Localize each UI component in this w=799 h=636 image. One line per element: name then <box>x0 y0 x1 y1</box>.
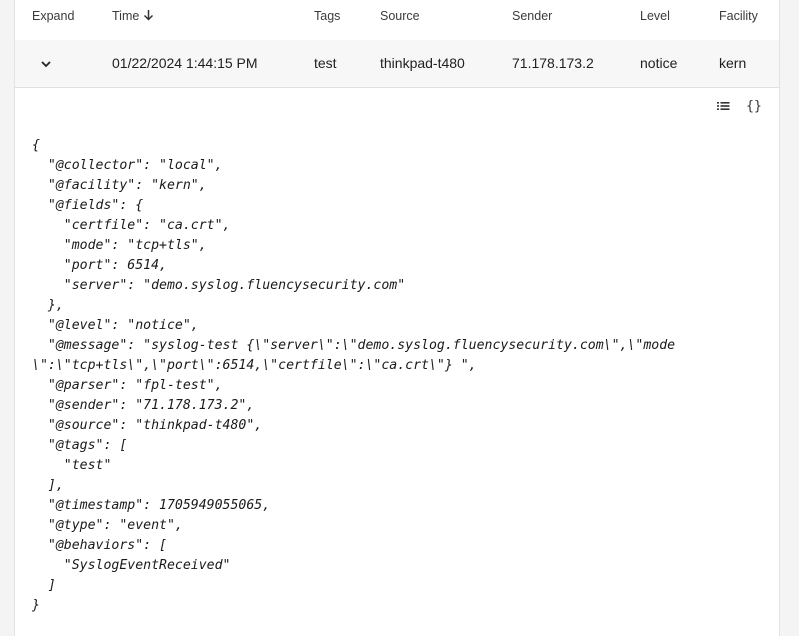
json-viewer: { "@collector": "local", "@facility": "k… <box>32 136 675 616</box>
json-line: "@parser": "fpl-test", <box>32 378 223 393</box>
cell-facility: kern <box>719 55 747 71</box>
column-header-source[interactable]: Source <box>380 0 420 40</box>
column-header-sender[interactable]: Sender <box>512 0 552 40</box>
json-line: { <box>32 138 40 153</box>
sort-descending-icon <box>144 10 154 21</box>
log-event-panel: Expand Time Tags Source Sender Level Fac… <box>14 0 780 636</box>
json-line: "@message": "syslog-test {\"server\":\"d… <box>32 338 676 353</box>
json-line: "@behaviors": [ <box>32 538 167 553</box>
column-header-time-label: Time <box>112 9 140 23</box>
cell-time: 01/22/2024 1:44:15 PM <box>112 55 258 71</box>
column-header-level[interactable]: Level <box>640 0 670 40</box>
json-line: "@sender": "71.178.173.2", <box>32 398 255 413</box>
json-line: "certfile": "ca.crt", <box>32 218 231 233</box>
braces-icon: {} <box>746 99 762 114</box>
json-line: "mode": "tcp+tls", <box>32 238 207 253</box>
json-line: "@facility": "kern", <box>32 178 207 193</box>
json-line: }, <box>32 298 64 313</box>
list-icon <box>717 102 730 110</box>
view-mode-toolbar: {} <box>714 98 764 116</box>
column-header-time[interactable]: Time <box>112 0 154 40</box>
json-line: "@collector": "local", <box>32 158 223 173</box>
json-line: "SyslogEventReceived" <box>32 558 231 573</box>
json-line: ], <box>32 478 64 493</box>
json-line: "test" <box>32 458 112 473</box>
json-line: "@fields": { <box>32 198 144 213</box>
json-line: "@type": "event", <box>32 518 183 533</box>
table-row[interactable]: 01/22/2024 1:44:15 PM test thinkpad-t480… <box>15 40 779 88</box>
json-line: "@level": "notice", <box>32 318 199 333</box>
chevron-down-icon <box>41 61 51 68</box>
cell-source: thinkpad-t480 <box>380 55 465 71</box>
json-line: "@timestamp": 1705949055065, <box>32 498 271 513</box>
json-line: "@source": "thinkpad-t480", <box>32 418 263 433</box>
json-view-button[interactable]: {} <box>745 98 763 116</box>
column-header-facility[interactable]: Facility <box>719 0 758 40</box>
cell-sender: 71.178.173.2 <box>512 55 594 71</box>
json-line: "server": "demo.syslog.fluencysecurity.c… <box>32 278 406 293</box>
expand-toggle-button[interactable] <box>37 55 55 73</box>
json-line: \":\"tcp+tls\",\"port\":6514,\"certfile\… <box>32 358 477 373</box>
cell-level: notice <box>640 55 678 71</box>
json-line: } <box>32 598 40 613</box>
column-header-tags[interactable]: Tags <box>314 0 340 40</box>
column-header-expand: Expand <box>32 9 75 23</box>
json-line: "@tags": [ <box>32 438 128 453</box>
list-view-button[interactable] <box>714 98 732 116</box>
cell-tags: test <box>314 55 337 71</box>
table-header: Expand Time Tags Source Sender Level Fac… <box>15 0 779 41</box>
json-line: "port": 6514, <box>32 258 167 273</box>
json-line: ] <box>32 578 56 593</box>
